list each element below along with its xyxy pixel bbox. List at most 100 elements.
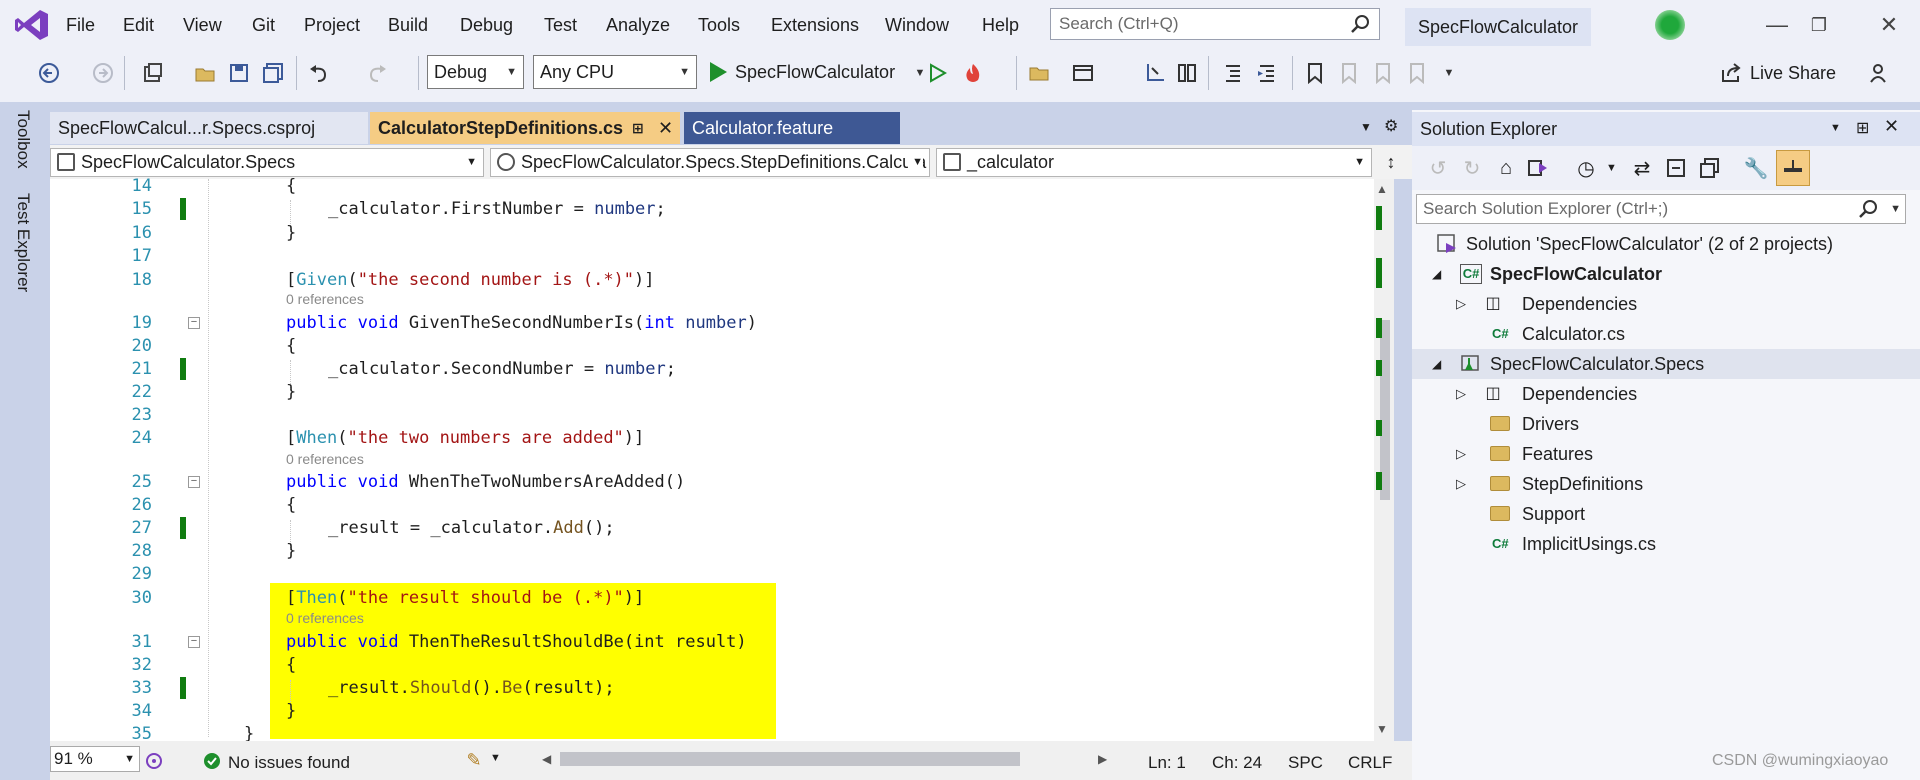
menu-help[interactable]: Help bbox=[978, 0, 1023, 50]
expanded-arrow-icon[interactable]: ◢ bbox=[1432, 349, 1441, 379]
scroll-down-icon[interactable]: ▼ bbox=[1376, 722, 1388, 736]
outdent-icon[interactable] bbox=[1218, 58, 1248, 88]
panel-menu-chevron-icon[interactable]: ▼ bbox=[1830, 122, 1841, 134]
tree-item-folder[interactable]: ▷ StepDefinitions bbox=[1412, 469, 1920, 499]
line-indicator[interactable]: Ln: 1 bbox=[1148, 752, 1186, 774]
chevron-down-icon[interactable]: ▼ bbox=[1606, 162, 1617, 174]
save-all-icon[interactable] bbox=[258, 58, 288, 88]
collapse-icon[interactable]: − bbox=[188, 317, 200, 329]
line-ending-indicator[interactable]: CRLF bbox=[1348, 752, 1392, 774]
tab-list-chevron-icon[interactable]: ▼ bbox=[1360, 120, 1372, 134]
feedback-icon[interactable] bbox=[1866, 58, 1896, 88]
open-folder-icon[interactable] bbox=[190, 58, 220, 88]
restore-icon[interactable]: ❐ bbox=[1794, 6, 1844, 44]
properties-wrench-icon[interactable]: 🔧 bbox=[1744, 156, 1769, 180]
column-indicator[interactable]: Ch: 24 bbox=[1212, 752, 1262, 774]
code-cleanup-icon[interactable]: ✎ bbox=[462, 749, 486, 771]
platform-select[interactable]: Any CPU ▼ bbox=[533, 55, 697, 89]
search-input[interactable]: Search (Ctrl+Q) bbox=[1050, 8, 1380, 40]
solution-search-input[interactable]: Search Solution Explorer (Ctrl+;) ▼ bbox=[1416, 194, 1906, 224]
bookmark-icon[interactable] bbox=[1300, 58, 1330, 88]
tree-item-dependencies[interactable]: ▷ ◫ Dependencies bbox=[1412, 289, 1920, 319]
menu-file[interactable]: File bbox=[62, 0, 99, 50]
configuration-select[interactable]: Debug ▼ bbox=[427, 55, 524, 89]
hot-reload-icon[interactable] bbox=[958, 58, 988, 88]
menu-debug[interactable]: Debug bbox=[456, 0, 517, 50]
menu-analyze[interactable]: Analyze bbox=[602, 0, 674, 50]
close-tab-icon[interactable]: ✕ bbox=[658, 112, 673, 144]
member-dropdown[interactable]: _calculator ▼ bbox=[936, 148, 1372, 177]
class-dropdown[interactable]: SpecFlowCalculator.Specs.StepDefinitions… bbox=[490, 148, 930, 177]
intellicode-icon[interactable] bbox=[144, 751, 164, 771]
back-icon[interactable]: ↺ bbox=[1426, 156, 1450, 180]
zoom-select[interactable]: 91 % ▼ bbox=[50, 746, 140, 772]
redo-icon[interactable] bbox=[362, 58, 392, 88]
menu-git[interactable]: Git bbox=[248, 0, 279, 50]
tab-csproj[interactable]: SpecFlowCalcul...r.Specs.csproj bbox=[50, 112, 368, 144]
toolbar-overflow-icon[interactable]: ▼ bbox=[1434, 58, 1464, 88]
tree-item-folder[interactable]: ▷ Features bbox=[1412, 439, 1920, 469]
menu-window[interactable]: Window bbox=[881, 0, 953, 50]
indent-icon[interactable] bbox=[1252, 58, 1282, 88]
collapse-all-icon[interactable] bbox=[1664, 156, 1688, 180]
next-bookmark-icon[interactable] bbox=[1368, 58, 1398, 88]
menu-edit[interactable]: Edit bbox=[119, 0, 158, 50]
back-icon[interactable] bbox=[34, 58, 64, 88]
sync-icon[interactable]: ⇄ bbox=[1630, 156, 1654, 180]
live-share-button[interactable]: Live Share bbox=[1720, 56, 1836, 90]
split-editor-icon[interactable]: ↕ bbox=[1378, 150, 1404, 174]
show-all-files-icon[interactable] bbox=[1698, 156, 1722, 180]
expanded-arrow-icon[interactable]: ◢ bbox=[1432, 259, 1441, 289]
preview-selected-items-icon[interactable] bbox=[1776, 150, 1810, 186]
tab-step-definitions[interactable]: CalculatorStepDefinitions.cs ⊞ ✕ bbox=[370, 112, 680, 144]
menu-tools[interactable]: Tools bbox=[694, 0, 744, 50]
whitespace-indicator[interactable]: SPC bbox=[1288, 752, 1323, 774]
browser-link-icon[interactable] bbox=[1068, 58, 1098, 88]
pin-icon[interactable]: ⊞ bbox=[1856, 118, 1869, 138]
toolbox-tab[interactable]: Toolbox bbox=[9, 110, 37, 169]
undo-icon[interactable] bbox=[304, 58, 334, 88]
menu-extensions[interactable]: Extensions bbox=[767, 0, 863, 50]
tab-feature[interactable]: Calculator.feature bbox=[684, 112, 900, 144]
scroll-right-icon[interactable]: ▶ bbox=[1098, 752, 1107, 766]
save-icon[interactable] bbox=[224, 58, 254, 88]
pending-changes-icon[interactable]: ◷ bbox=[1574, 156, 1598, 180]
avatar[interactable] bbox=[1655, 10, 1685, 40]
clear-bookmarks-icon[interactable] bbox=[1402, 58, 1432, 88]
scroll-left-icon[interactable]: ◀ bbox=[542, 752, 551, 766]
issues-status[interactable]: No issues found bbox=[228, 752, 350, 774]
collapsed-arrow-icon[interactable]: ▷ bbox=[1456, 289, 1466, 319]
visual-studio-logo-icon[interactable] bbox=[14, 8, 50, 42]
tree-item-folder[interactable]: Support bbox=[1412, 499, 1920, 529]
collapse-icon[interactable]: − bbox=[188, 636, 200, 648]
tree-item-file[interactable]: C# Calculator.cs bbox=[1412, 319, 1920, 349]
tree-item-project[interactable]: ◢ C# SpecFlowCalculator bbox=[1412, 259, 1920, 289]
codelens-references[interactable]: 0 references bbox=[286, 291, 364, 307]
menu-project[interactable]: Project bbox=[300, 0, 364, 50]
close-panel-icon[interactable]: ✕ bbox=[1884, 116, 1899, 137]
bookmark-window-icon[interactable] bbox=[1172, 58, 1202, 88]
forward-icon[interactable] bbox=[88, 58, 118, 88]
menu-view[interactable]: View bbox=[179, 0, 226, 50]
tree-item-folder[interactable]: Drivers bbox=[1412, 409, 1920, 439]
collapse-icon[interactable]: − bbox=[188, 476, 200, 488]
gear-icon[interactable]: ⚙ bbox=[1384, 116, 1398, 136]
test-explorer-tab[interactable]: Test Explorer bbox=[9, 193, 37, 292]
chevron-down-icon[interactable]: ▼ bbox=[1890, 195, 1901, 223]
start-without-debugging-icon[interactable] bbox=[922, 58, 952, 88]
collapsed-arrow-icon[interactable]: ▷ bbox=[1456, 379, 1466, 409]
switch-views-icon[interactable] bbox=[1526, 156, 1550, 180]
project-dropdown[interactable]: SpecFlowCalculator.Specs ▼ bbox=[50, 148, 484, 177]
horizontal-scrollbar-thumb[interactable] bbox=[560, 752, 1020, 766]
forward-icon[interactable]: ↻ bbox=[1460, 156, 1484, 180]
previous-bookmark-icon[interactable] bbox=[1334, 58, 1364, 88]
tree-item-dependencies[interactable]: ▷ ◫ Dependencies bbox=[1412, 379, 1920, 409]
tree-item-solution[interactable]: Solution 'SpecFlowCalculator' (2 of 2 pr… bbox=[1412, 229, 1920, 259]
step-into-icon[interactable] bbox=[1140, 58, 1170, 88]
new-project-icon[interactable] bbox=[138, 58, 168, 88]
tree-item-specs-project[interactable]: ◢ SpecFlowCalculator.Specs bbox=[1412, 349, 1920, 379]
menu-build[interactable]: Build bbox=[384, 0, 432, 50]
codelens-references[interactable]: 0 references bbox=[286, 451, 364, 467]
pin-icon[interactable]: ⊞ bbox=[632, 112, 644, 144]
menu-test[interactable]: Test bbox=[540, 0, 581, 50]
